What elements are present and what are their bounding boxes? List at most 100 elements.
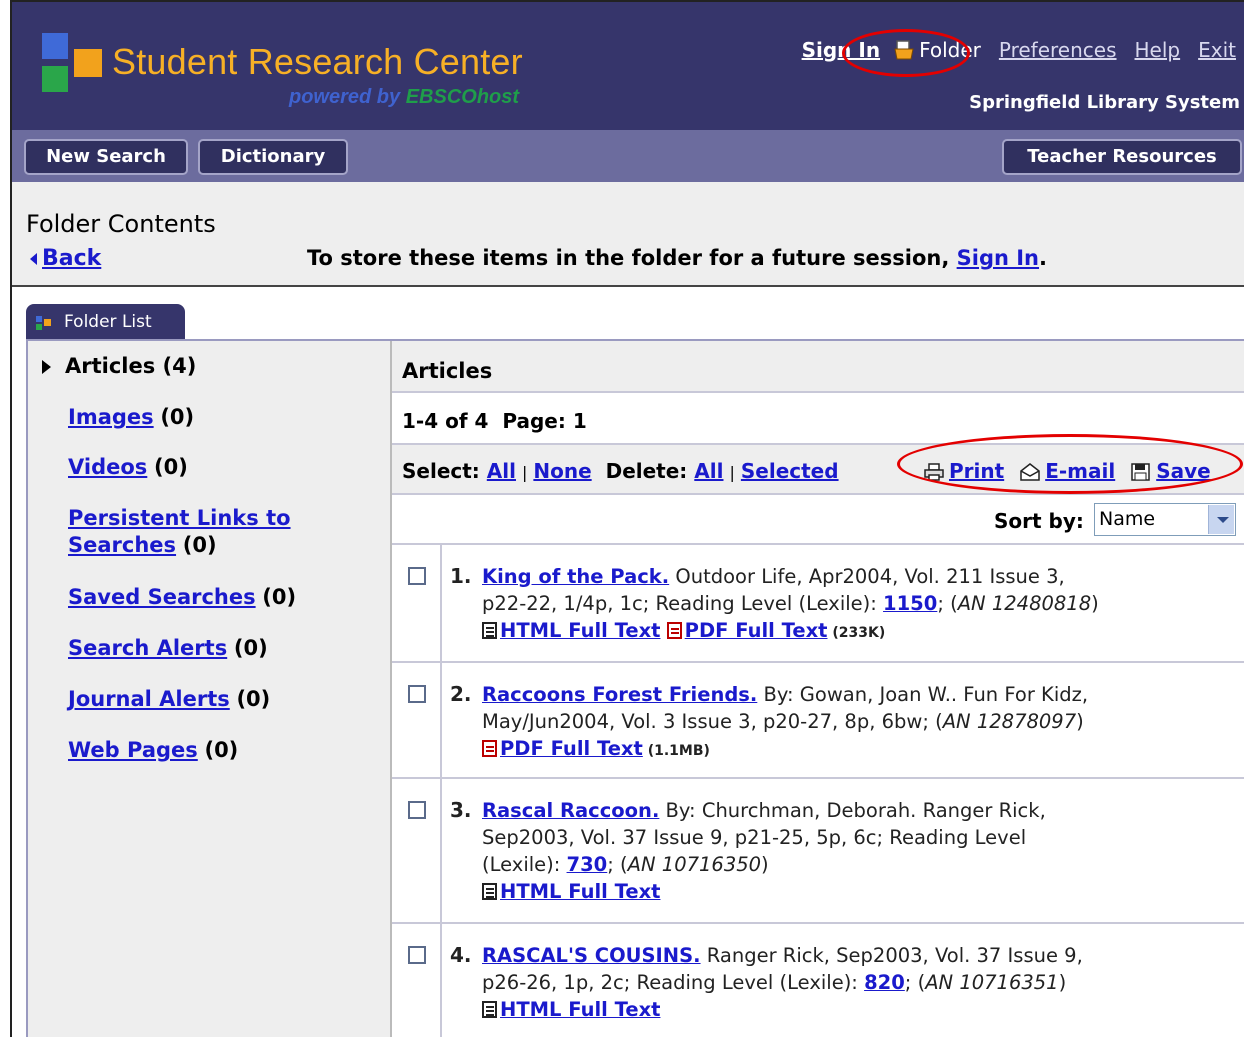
pdf-full-text-link[interactable]: PDF Full Text	[666, 619, 828, 642]
header-bar: Student Research Center powered by EBSCO…	[12, 2, 1244, 130]
sidebar-item-count: (0)	[233, 636, 268, 660]
tab-folder-list[interactable]: Folder List	[26, 304, 185, 340]
accession-number: AN 10716350	[627, 853, 762, 876]
page-title: Folder Contents	[26, 210, 216, 238]
folder-highlight-circle	[842, 29, 970, 77]
html-full-text-link[interactable]: HTML Full Text	[482, 619, 660, 642]
html-label: HTML Full Text	[500, 619, 661, 642]
accession-number: AN 12480818	[957, 592, 1092, 615]
sidebar-link-web-pages[interactable]: Web Pages	[68, 738, 198, 762]
pdf-size: (1.1MB)	[642, 743, 710, 759]
sidebar-item-videos: Videos (0)	[68, 454, 188, 481]
sidebar-link-images[interactable]: Images	[68, 405, 154, 429]
sidebar-item-web-pages: Web Pages (0)	[68, 737, 238, 764]
result-title-link[interactable]: Raccoons Forest Friends.	[482, 683, 757, 706]
select-none-link[interactable]: None	[533, 459, 591, 483]
powered-by: powered by EBSCOhost	[289, 87, 519, 107]
html-full-text-link[interactable]: HTML Full Text	[482, 880, 660, 903]
result-title-link[interactable]: RASCAL'S COUSINS.	[482, 944, 701, 967]
pdf-label: PDF Full Text	[684, 619, 828, 642]
delete-all-link[interactable]: All	[694, 459, 723, 483]
accession-number: AN 12878097	[942, 710, 1077, 733]
lexile-link[interactable]: 1150	[883, 592, 937, 615]
result-text: 4. RASCAL'S COUSINS. Ranger Rick, Sep200…	[450, 942, 1212, 1023]
sort-label: Sort by:	[994, 509, 1084, 533]
html-label: HTML Full Text	[500, 998, 661, 1021]
pdf-icon	[666, 622, 682, 639]
folder-list-icon	[36, 315, 58, 330]
result-details: (Lexile):	[482, 853, 567, 876]
store-text: To store these items in the folder for a…	[307, 246, 957, 270]
result-item: 1. King of the Pack. Outdoor Life, Apr20…	[392, 545, 1244, 663]
dictionary-button[interactable]: Dictionary	[198, 139, 348, 175]
result-title-link[interactable]: King of the Pack.	[482, 565, 669, 588]
lexile-link[interactable]: 730	[567, 853, 608, 876]
sidebar-link-persistent-links-2[interactable]: Searches	[68, 533, 176, 557]
pdf-icon	[482, 740, 497, 757]
help-link[interactable]: Help	[1135, 40, 1181, 60]
result-details: p22-22, 1/4p, 1c; Reading Level (Lexile)…	[482, 592, 884, 615]
result-text: 2. Raccoons Forest Friends. By: Gowan, J…	[450, 681, 1212, 765]
result-punct: ; (	[607, 853, 628, 876]
checkbox-cell	[392, 663, 442, 777]
separator: |	[521, 463, 528, 482]
delete-selected-link[interactable]: Selected	[741, 459, 839, 483]
select-all-link[interactable]: All	[487, 459, 516, 483]
result-punct: )	[1076, 710, 1084, 733]
result-text: 1. King of the Pack. Outdoor Life, Apr20…	[450, 563, 1212, 647]
back-label: Back	[42, 246, 102, 271]
result-checkbox[interactable]	[408, 946, 426, 964]
html-document-icon	[482, 883, 497, 900]
new-search-button[interactable]: New Search	[24, 139, 188, 175]
checkbox-cell	[392, 545, 442, 661]
separator: |	[729, 463, 735, 482]
pdf-size: (233K)	[827, 625, 886, 641]
result-punct: )	[761, 853, 769, 876]
chevron-down-icon[interactable]	[1208, 505, 1234, 534]
back-arrow-icon	[30, 252, 37, 265]
sidebar-link-saved-searches[interactable]: Saved Searches	[68, 585, 256, 609]
teacher-resources-button[interactable]: Teacher Resources	[1002, 139, 1242, 175]
result-checkbox[interactable]	[408, 567, 426, 585]
sidebar-item-images: Images (0)	[68, 404, 194, 431]
powered-prefix: powered by	[289, 86, 406, 108]
back-link[interactable]: Back	[30, 246, 101, 271]
app-frame: Student Research Center powered by EBSCO…	[10, 0, 1244, 1037]
pdf-label: PDF Full Text	[500, 737, 643, 760]
sidebar-link-videos[interactable]: Videos	[68, 455, 147, 479]
result-punct: ; (	[937, 592, 958, 615]
html-document-icon	[482, 622, 497, 639]
current-arrow-icon	[42, 360, 51, 374]
tab-label: Folder List	[64, 312, 152, 332]
sidebar-link-search-alerts[interactable]: Search Alerts	[68, 636, 227, 660]
articles-heading: Articles	[392, 341, 1244, 393]
result-checkbox[interactable]	[408, 685, 426, 703]
result-title-link[interactable]: Rascal Raccoon.	[482, 799, 659, 822]
sidebar-item-count: (0)	[160, 405, 195, 429]
sort-select[interactable]: Name	[1094, 503, 1236, 536]
preferences-link[interactable]: Preferences	[999, 40, 1117, 60]
sidebar-item-articles[interactable]: Articles (4)	[42, 353, 196, 380]
sidebar-item-count: (0)	[182, 533, 217, 557]
sidebar-item-count: (4)	[162, 354, 197, 378]
brand-title: Student Research Center	[112, 41, 523, 82]
sort-value: Name	[1099, 508, 1156, 530]
result-range: 1-4 of 4	[402, 409, 489, 433]
result-checkbox[interactable]	[408, 801, 426, 819]
exit-link[interactable]: Exit	[1198, 40, 1236, 60]
nav-bar: New Search Dictionary Teacher Resources	[12, 130, 1244, 182]
store-end: .	[1039, 246, 1047, 270]
result-source: Outdoor Life, Apr2004, Vol. 211 Issue 3,	[669, 565, 1065, 588]
sidebar: Articles (4) Images (0) Videos (0) Persi…	[28, 341, 388, 1037]
store-sign-in-link[interactable]: Sign In	[957, 246, 1039, 270]
sidebar-link-persistent-links[interactable]: Persistent Links to	[68, 506, 291, 530]
result-details: p26-26, 1p, 2c; Reading Level (Lexile):	[482, 971, 865, 994]
page-number: Page: 1	[502, 409, 587, 433]
result-number: 3.	[450, 798, 472, 822]
result-item: 2. Raccoons Forest Friends. By: Gowan, J…	[392, 663, 1244, 779]
pdf-full-text-link[interactable]: PDF Full Text	[482, 737, 643, 760]
result-source: By: Gowan, Joan W.. Fun For Kidz,	[757, 683, 1089, 706]
sidebar-link-journal-alerts[interactable]: Journal Alerts	[68, 687, 230, 711]
html-full-text-link[interactable]: HTML Full Text	[482, 998, 660, 1021]
lexile-link[interactable]: 820	[864, 971, 905, 994]
